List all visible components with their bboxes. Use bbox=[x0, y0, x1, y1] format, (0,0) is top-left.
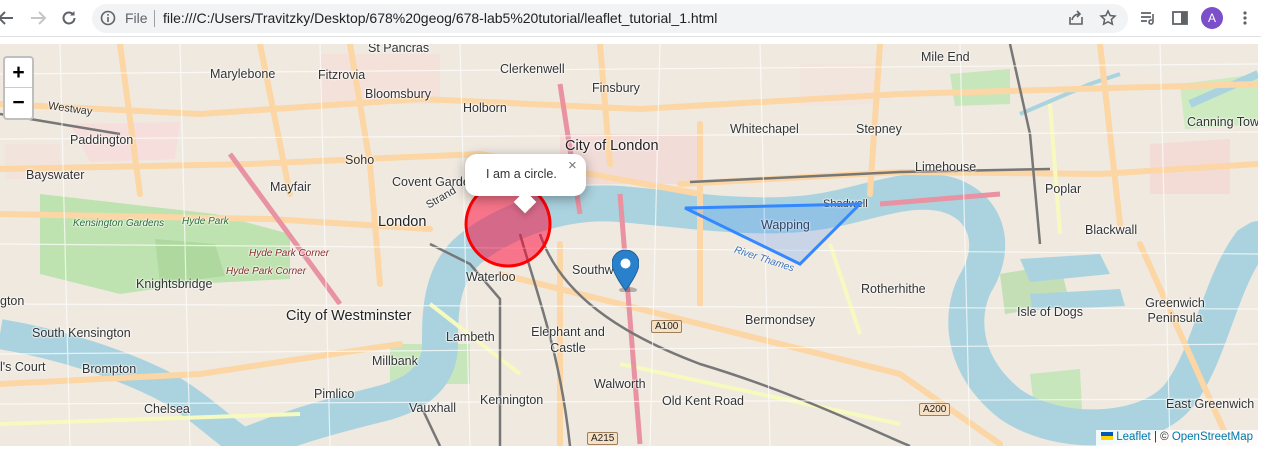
profile-avatar[interactable]: A bbox=[1201, 7, 1223, 29]
popup-content: I am a circle. bbox=[486, 167, 557, 181]
attribution-separator: | © bbox=[1153, 431, 1169, 443]
address-bar[interactable]: File file:///C:/Users/Travitzky/Desktop/… bbox=[92, 4, 1128, 33]
kebab-menu-icon[interactable] bbox=[1233, 6, 1257, 30]
omnibox-divider bbox=[154, 10, 155, 27]
info-icon[interactable] bbox=[100, 10, 116, 31]
overlay-layer bbox=[464, 180, 864, 268]
reload-icon[interactable] bbox=[57, 6, 81, 30]
polygon-overlay[interactable] bbox=[684, 202, 864, 266]
forward-arrow-icon[interactable] bbox=[26, 6, 50, 30]
zoom-control: + − bbox=[3, 56, 34, 120]
popup-close-button[interactable]: × bbox=[568, 157, 577, 174]
star-icon[interactable] bbox=[1099, 9, 1117, 32]
browser-toolbar: File file:///C:/Users/Travitzky/Desktop/… bbox=[0, 0, 1261, 37]
map-popup: I am a circle. × bbox=[465, 154, 586, 214]
leaflet-map[interactable]: St Pancras Marylebone Fitzrovia Clerkenw… bbox=[0, 44, 1258, 446]
openstreetmap-link[interactable]: OpenStreetMap bbox=[1172, 431, 1253, 443]
attribution-control: Leaflet | © OpenStreetMap bbox=[1096, 430, 1258, 446]
share-icon[interactable] bbox=[1067, 9, 1085, 32]
ukraine-flag-icon bbox=[1101, 432, 1114, 440]
back-arrow-icon[interactable] bbox=[0, 6, 18, 30]
url-text[interactable]: file:///C:/Users/Travitzky/Desktop/678%2… bbox=[163, 10, 717, 26]
leaflet-link[interactable]: Leaflet bbox=[1116, 431, 1151, 443]
url-scheme-label: File bbox=[125, 10, 148, 26]
zoom-in-button[interactable]: + bbox=[5, 58, 32, 88]
side-panel-icon[interactable] bbox=[1168, 6, 1192, 30]
zoom-out-button[interactable]: − bbox=[5, 88, 32, 118]
map-marker-icon[interactable] bbox=[612, 250, 639, 292]
tab-search-icon[interactable] bbox=[1136, 6, 1160, 30]
